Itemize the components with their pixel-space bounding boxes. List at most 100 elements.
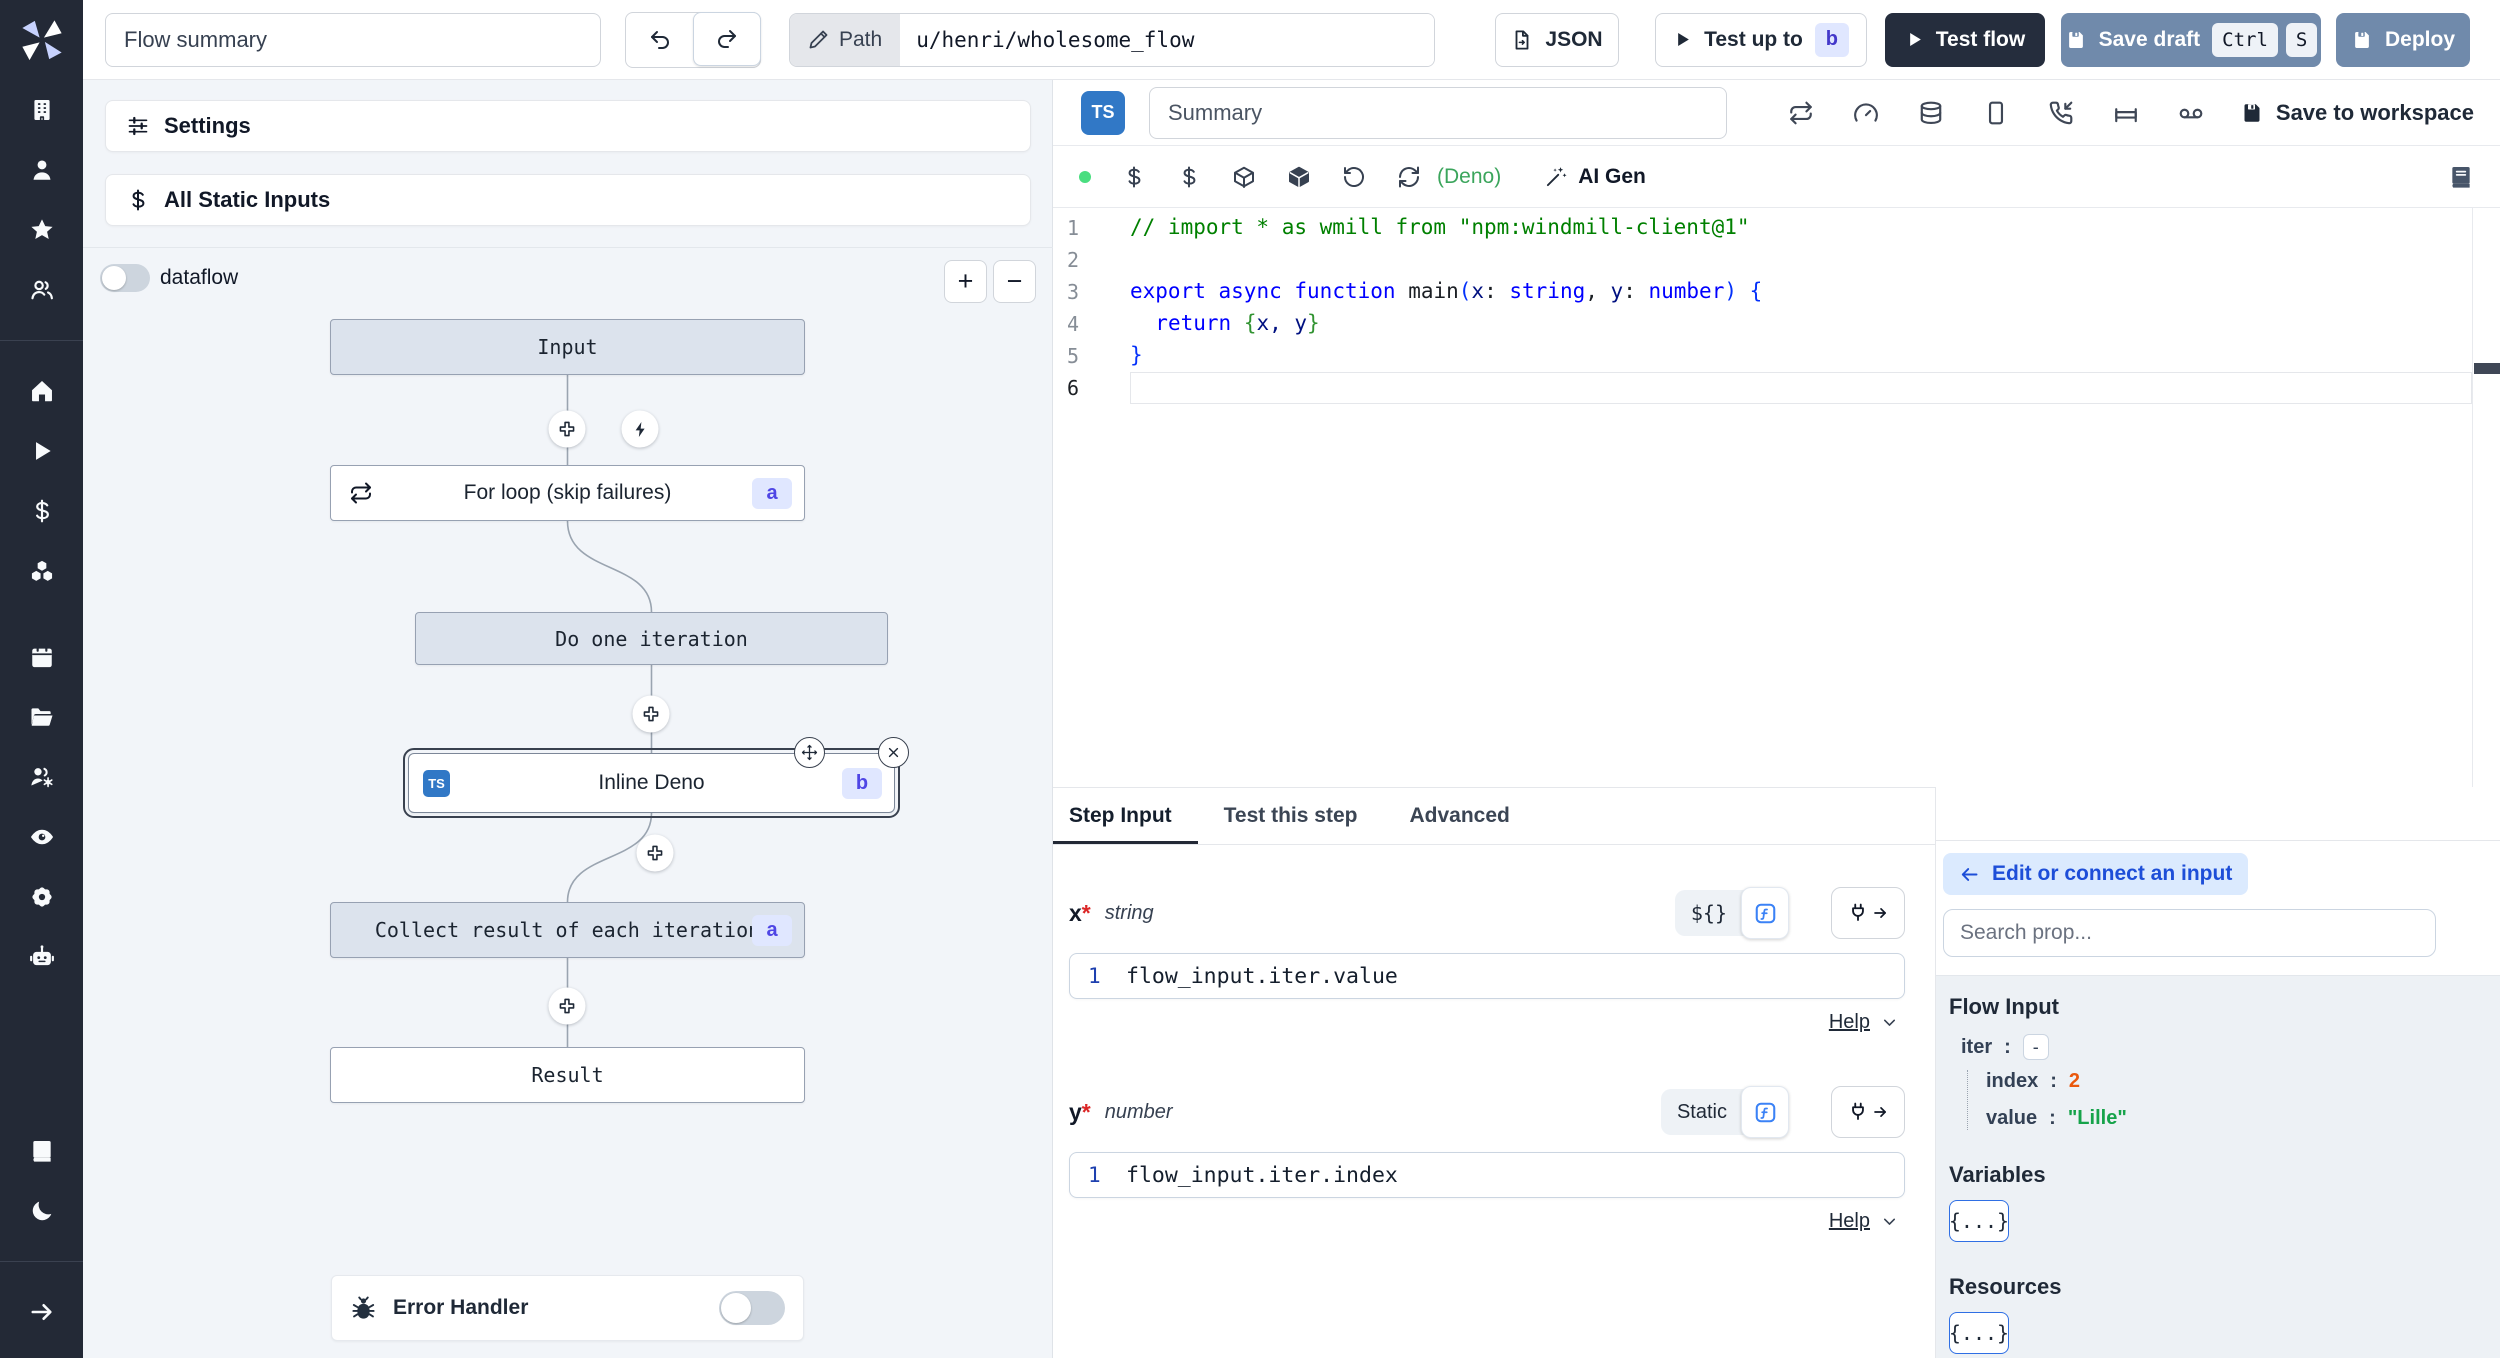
editor-scrollbar-thumb[interactable]	[2474, 363, 2500, 374]
collapse-iter-button[interactable]: -	[2022, 1034, 2049, 1060]
code-line-2[interactable]: 2	[1053, 244, 2500, 276]
sidebar-item-book[interactable]	[0, 1138, 83, 1164]
sidebar-item-bot[interactable]	[0, 944, 83, 970]
editor-quick-icons	[1091, 165, 1421, 189]
search-prop-input[interactable]	[1943, 909, 2436, 957]
flow-node-iteration[interactable]: Do one iteration	[415, 612, 888, 665]
flow-node-collect[interactable]: Collect result of each iteration a	[330, 902, 805, 958]
sidebar-item-building[interactable]	[0, 97, 83, 123]
tablet-icon[interactable]	[1983, 100, 2009, 126]
javascript-expression-toggle[interactable]	[1741, 1086, 1789, 1138]
sidebar-item-play[interactable]	[0, 438, 83, 464]
save-to-workspace-button[interactable]: Save to workspace	[2240, 100, 2474, 126]
dollar-icon[interactable]	[1122, 165, 1146, 189]
code-line-3[interactable]: 3 export async function main(x: string, y…	[1053, 276, 2500, 308]
dollar-icon[interactable]	[1177, 165, 1201, 189]
sidebar-item-arrow-right[interactable]	[0, 1299, 83, 1325]
sidebar-item-gear[interactable]	[0, 884, 83, 910]
field-y-name: y	[1069, 1098, 1082, 1125]
voicemail-icon[interactable]	[2178, 100, 2204, 126]
test-up-to-button[interactable]: Test up to b	[1655, 12, 1867, 67]
chevron-down-icon[interactable]	[1880, 1212, 1899, 1231]
dataflow-toggle[interactable]	[100, 264, 150, 292]
flow-node-forloop[interactable]: For loop (skip failures) a	[330, 465, 805, 521]
prop-row-value[interactable]: value : "Lille"	[1986, 1107, 2480, 1130]
sidebar-item-folder-open[interactable]	[0, 704, 83, 730]
docs-book-icon[interactable]	[2448, 164, 2474, 190]
delete-node-button[interactable]	[878, 737, 909, 768]
undo-button[interactable]	[626, 13, 694, 67]
tab-step-input[interactable]: Step Input	[1053, 788, 1198, 844]
json-button[interactable]: JSON	[1495, 12, 1619, 67]
path-label[interactable]: Path	[790, 13, 901, 66]
sidebar-item-user[interactable]	[0, 157, 83, 183]
test-flow-button[interactable]: Test flow	[1885, 12, 2045, 67]
add-trigger-button[interactable]	[621, 410, 659, 448]
chevron-down-icon[interactable]	[1880, 1013, 1899, 1032]
sidebar-item-star[interactable]	[0, 217, 83, 243]
edit-or-connect-button[interactable]: Edit or connect an input	[1943, 853, 2249, 895]
all-static-inputs-button[interactable]: All Static Inputs	[105, 174, 1031, 226]
flow-node-result[interactable]: Result	[330, 1047, 805, 1103]
redo-button[interactable]	[693, 11, 761, 66]
rotate-ccw-icon[interactable]	[1342, 165, 1366, 189]
field-y-connect-button[interactable]	[1831, 1086, 1905, 1138]
save-draft-button[interactable]: Save draft Ctrl S	[2061, 12, 2321, 67]
flow-node-inline-deno-selected[interactable]: TS Inline Deno b	[403, 737, 909, 818]
sidebar-item-dollar[interactable]	[0, 498, 83, 524]
add-step-button[interactable]	[548, 410, 586, 448]
code-editor[interactable]: 1// import * as wmill from "npm:windmill…	[1053, 208, 2500, 787]
help-link[interactable]: Help	[1829, 1210, 1870, 1233]
ai-gen-button[interactable]: AI Gen	[1545, 165, 1646, 189]
box-icon[interactable]	[1232, 165, 1256, 189]
sidebar-item-eye[interactable]	[0, 824, 83, 850]
field-y-expression-editor[interactable]: 1 flow_input.iter.index	[1069, 1152, 1905, 1198]
javascript-expression-toggle[interactable]	[1741, 887, 1789, 939]
sidebar-item-users[interactable]	[0, 277, 83, 303]
kbd-ctrl: Ctrl	[2212, 22, 2278, 57]
code-line-4[interactable]: 4 return {x, y}	[1053, 308, 2500, 340]
flow-summary-input[interactable]	[105, 12, 601, 67]
gauge-icon[interactable]	[1853, 100, 1879, 126]
tab-test-this-step[interactable]: Test this step	[1198, 788, 1384, 844]
error-handler-toggle[interactable]	[719, 1291, 785, 1325]
undo-redo-group	[625, 11, 761, 68]
windmill-logo[interactable]	[0, 0, 83, 80]
variables-object-button[interactable]: {...}	[1949, 1200, 2009, 1242]
step-summary-input[interactable]	[1149, 86, 1727, 139]
database-icon[interactable]	[1918, 100, 1944, 126]
field-y-mode-toggle[interactable]: Static	[1660, 1086, 1789, 1138]
sidebar-item-moon[interactable]	[0, 1198, 83, 1224]
runtime-label[interactable]: (Deno)	[1437, 165, 1501, 189]
add-step-button[interactable]	[636, 834, 674, 872]
tab-advanced[interactable]: Advanced	[1383, 788, 1535, 844]
box-filled-icon[interactable]	[1287, 165, 1311, 189]
zoom-out-button[interactable]: −	[993, 260, 1036, 303]
help-link[interactable]: Help	[1829, 1011, 1870, 1034]
prop-row-index[interactable]: index : 2	[1986, 1070, 2480, 1093]
bed-icon[interactable]	[2113, 100, 2139, 126]
sidebar-item-boxes[interactable]	[0, 558, 83, 584]
flow-settings-button[interactable]: Settings	[105, 100, 1031, 152]
add-step-button[interactable]	[548, 987, 586, 1025]
repeat-icon[interactable]	[1788, 100, 1814, 126]
field-x-mode-toggle[interactable]: ${}	[1674, 887, 1789, 939]
resources-object-button[interactable]: {...}	[1949, 1312, 2009, 1354]
zoom-in-button[interactable]: +	[944, 260, 987, 303]
prop-row-iter[interactable]: iter : -	[1961, 1034, 2480, 1060]
deploy-button[interactable]: Deploy	[2336, 12, 2470, 67]
path-input[interactable]	[900, 13, 1434, 66]
code-line-5[interactable]: 5}	[1053, 340, 2500, 372]
sidebar-item-users-gear[interactable]	[0, 764, 83, 790]
sidebar-item-home[interactable]	[0, 378, 83, 404]
flow-node-input[interactable]: Input	[330, 319, 805, 375]
field-x-expression-editor[interactable]: 1 flow_input.iter.value	[1069, 953, 1905, 999]
code-line-6[interactable]: 6	[1053, 372, 2500, 404]
add-step-button[interactable]	[632, 695, 670, 733]
field-x-connect-button[interactable]	[1831, 887, 1905, 939]
refresh-cw-icon[interactable]	[1397, 165, 1421, 189]
code-line-1[interactable]: 1// import * as wmill from "npm:windmill…	[1053, 212, 2500, 244]
move-node-button[interactable]	[794, 737, 825, 768]
sidebar-item-calendar[interactable]	[0, 644, 83, 670]
phone-incoming-icon[interactable]	[2048, 100, 2074, 126]
